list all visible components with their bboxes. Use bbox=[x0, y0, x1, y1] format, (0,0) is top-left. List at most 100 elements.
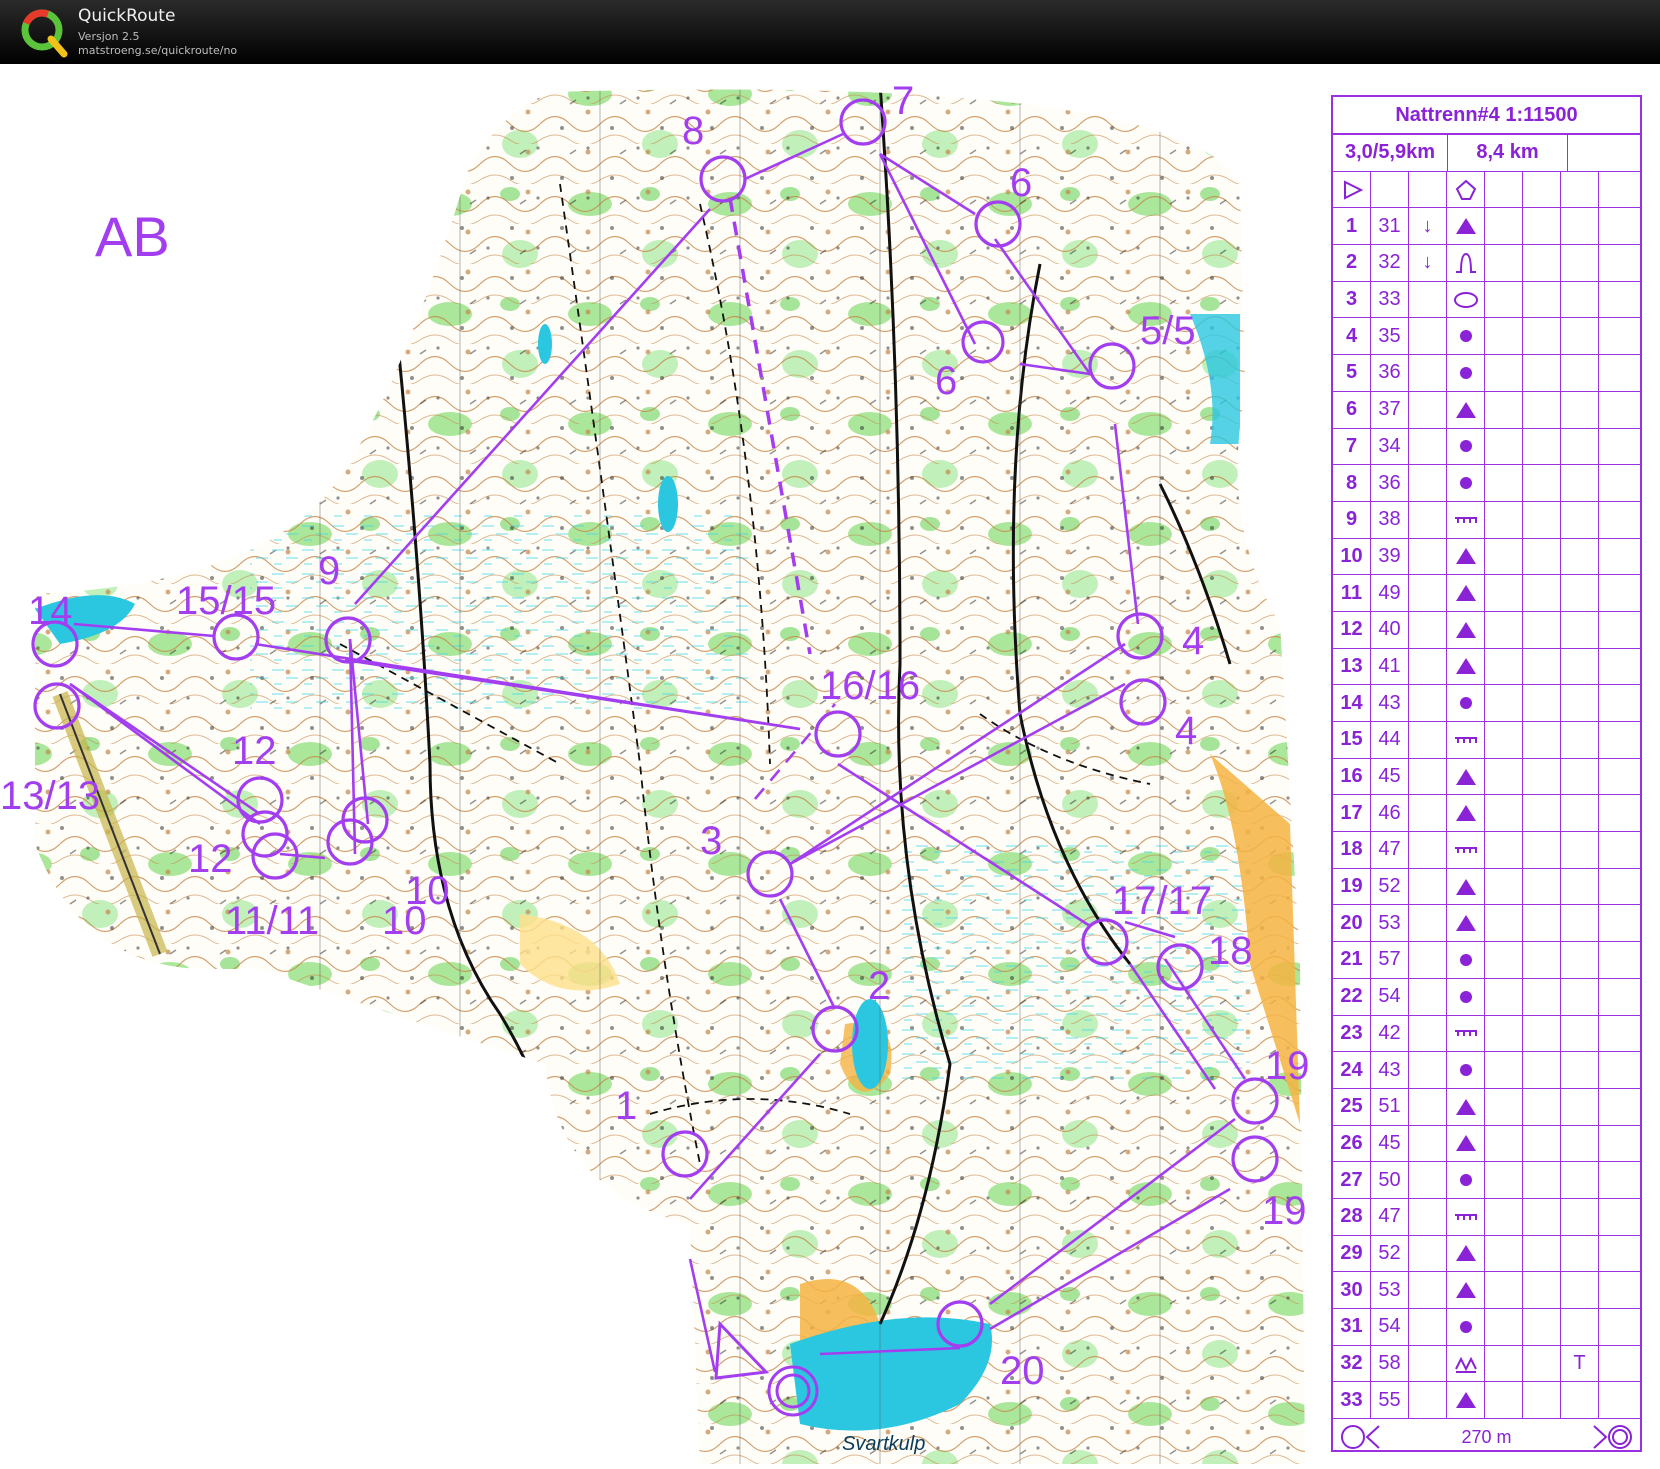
control-sequence: 5 bbox=[1333, 355, 1371, 391]
direction-arrow bbox=[1409, 1125, 1447, 1162]
direction-arrow bbox=[1409, 1235, 1447, 1272]
triangle-symbol-icon bbox=[1447, 538, 1485, 575]
quickroute-logo-icon bbox=[21, 9, 68, 58]
control-sequence: 2 bbox=[1333, 245, 1371, 281]
description-row: 19 52 bbox=[1333, 868, 1640, 906]
control-code: 55 bbox=[1371, 1382, 1409, 1419]
cliff-symbol-icon bbox=[1447, 722, 1485, 758]
control-label-3: 3 bbox=[700, 819, 722, 863]
description-row: 6 37 bbox=[1333, 391, 1640, 429]
description-row: 30 53 bbox=[1333, 1272, 1640, 1309]
control-sequence: 17 bbox=[1333, 795, 1371, 832]
control-label-17-17: 17/17 bbox=[1112, 879, 1212, 923]
control-sequence: 24 bbox=[1333, 1052, 1371, 1088]
control-sequence: 30 bbox=[1333, 1272, 1371, 1308]
control-sequence: 13 bbox=[1333, 648, 1371, 685]
direction-arrow bbox=[1409, 978, 1447, 1015]
control-sequence: 22 bbox=[1333, 978, 1371, 1015]
control-sequence: 23 bbox=[1333, 1015, 1371, 1052]
control-code: 53 bbox=[1371, 1272, 1409, 1308]
description-row: 1 31 ↓ bbox=[1333, 208, 1640, 246]
control-code: 35 bbox=[1371, 318, 1409, 355]
dot-symbol-icon bbox=[1447, 465, 1485, 501]
direction-arrow bbox=[1409, 722, 1447, 758]
direction-arrow bbox=[1409, 391, 1447, 428]
control-sequence: 6 bbox=[1333, 391, 1371, 428]
control-label-20: 20 bbox=[1000, 1349, 1045, 1393]
control-sequence: 3 bbox=[1333, 281, 1371, 318]
control-code: 57 bbox=[1371, 942, 1409, 978]
description-row: 23 42 bbox=[1333, 1015, 1640, 1053]
direction-arrow bbox=[1409, 1198, 1447, 1235]
description-row: 10 39 bbox=[1333, 538, 1640, 576]
control-label-6: 6 bbox=[1010, 161, 1032, 205]
control-code: 52 bbox=[1371, 868, 1409, 905]
wall-symbol-icon bbox=[1447, 1345, 1485, 1382]
control-sequence: 16 bbox=[1333, 758, 1371, 795]
description-row: 17 46 bbox=[1333, 795, 1640, 833]
control-code: 54 bbox=[1371, 1309, 1409, 1345]
direction-arrow bbox=[1409, 1309, 1447, 1345]
control-sequence: 7 bbox=[1333, 428, 1371, 465]
control-label-5-5: 5/5 bbox=[1140, 309, 1196, 353]
app-version: Versjon 2.5 bbox=[78, 30, 140, 43]
control-code: 47 bbox=[1371, 832, 1409, 868]
control-code: 44 bbox=[1371, 722, 1409, 758]
control-label-12: 12 bbox=[232, 729, 277, 773]
control-sequence: 15 bbox=[1333, 722, 1371, 758]
description-row: 24 43 bbox=[1333, 1052, 1640, 1089]
length-info: 3,0/5,9km bbox=[1333, 135, 1448, 171]
control-code: 43 bbox=[1371, 685, 1409, 721]
control-label-12b: 12 bbox=[188, 837, 233, 881]
direction-arrow bbox=[1409, 1382, 1447, 1419]
control-label-13-13: 13/13 bbox=[0, 774, 100, 818]
description-row: 13 41 bbox=[1333, 648, 1640, 686]
description-row: 33 55 bbox=[1333, 1382, 1640, 1420]
description-row: 3 33 bbox=[1333, 281, 1640, 319]
description-row: 31 54 bbox=[1333, 1309, 1640, 1346]
control-sequence: 28 bbox=[1333, 1198, 1371, 1235]
dot-symbol-icon bbox=[1447, 318, 1485, 355]
triangle-symbol-icon bbox=[1447, 1125, 1485, 1162]
direction-arrow bbox=[1409, 942, 1447, 978]
direction-arrow bbox=[1409, 685, 1447, 721]
course-label: AB bbox=[95, 205, 170, 268]
app-url[interactable]: matstroeng.se/quickroute/no bbox=[78, 44, 237, 57]
dot-symbol-icon bbox=[1447, 685, 1485, 721]
direction-arrow bbox=[1409, 832, 1447, 868]
control-label-16-16: 16/16 bbox=[820, 664, 920, 708]
description-row: 12 40 bbox=[1333, 611, 1640, 649]
direction-arrow bbox=[1409, 575, 1447, 611]
control-label-11-11: 11/11 bbox=[225, 899, 319, 943]
app-title: QuickRoute bbox=[78, 6, 176, 26]
direction-arrow bbox=[1409, 1345, 1447, 1382]
direction-arrow bbox=[1409, 428, 1447, 465]
start-triangle-icon bbox=[1333, 171, 1371, 208]
control-label-2: 2 bbox=[868, 964, 890, 1008]
control-code: 36 bbox=[1371, 465, 1409, 501]
triangle-symbol-icon bbox=[1447, 1235, 1485, 1272]
control-code: 31 bbox=[1371, 208, 1409, 245]
control-sequence: 19 bbox=[1333, 868, 1371, 905]
direction-arrow bbox=[1409, 281, 1447, 318]
dot-symbol-icon bbox=[1447, 428, 1485, 465]
control-code: 54 bbox=[1371, 978, 1409, 1015]
direction-arrow bbox=[1409, 538, 1447, 575]
place-label-svartkulp: Svartkulp bbox=[842, 1433, 925, 1455]
description-length-row: 3,0/5,9km 8,4 km bbox=[1333, 135, 1640, 172]
finish-distance: 270 m bbox=[1461, 1426, 1512, 1447]
direction-arrow bbox=[1409, 1052, 1447, 1088]
triangle-symbol-icon bbox=[1447, 795, 1485, 832]
control-label-14: 14 bbox=[28, 589, 73, 633]
control-sequence: 25 bbox=[1333, 1088, 1371, 1125]
control-sequence: 32 bbox=[1333, 1345, 1371, 1382]
description-row: 2 32 ↓ bbox=[1333, 245, 1640, 282]
control-label-4b: 4 bbox=[1175, 709, 1197, 753]
description-row: 5 36 bbox=[1333, 355, 1640, 392]
description-row: 22 54 bbox=[1333, 978, 1640, 1016]
control-label-1: 1 bbox=[615, 1084, 637, 1128]
control-label-15-15: 15/15 bbox=[176, 579, 276, 623]
dot-symbol-icon bbox=[1447, 978, 1485, 1015]
control-code: 51 bbox=[1371, 1088, 1409, 1125]
description-row: 27 50 bbox=[1333, 1162, 1640, 1199]
